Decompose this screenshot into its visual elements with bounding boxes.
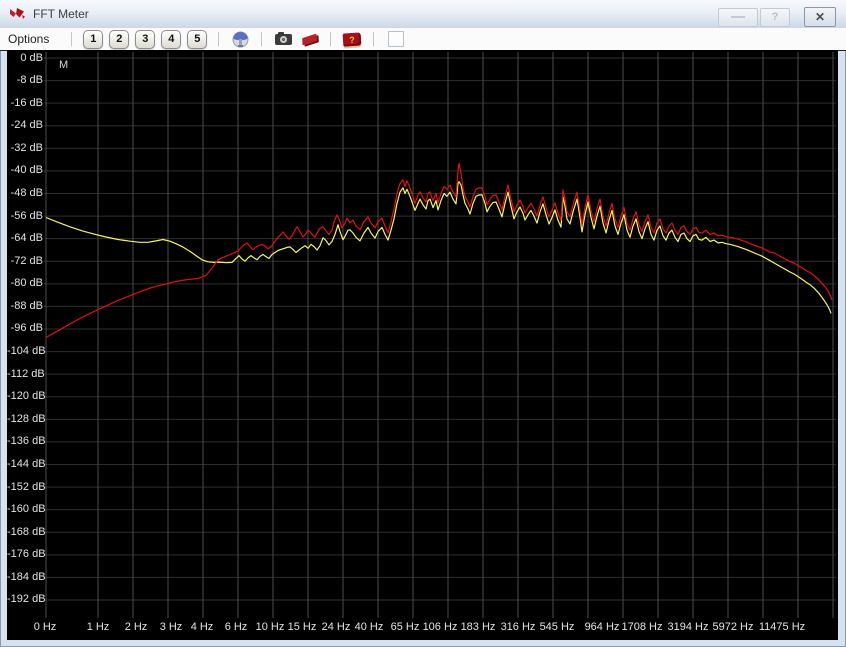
help-book-icon: ? <box>342 31 362 47</box>
y-axis-label: -168 dB <box>7 526 46 538</box>
options-menu[interactable]: Options <box>8 32 49 46</box>
y-axis-label: -192 dB <box>7 593 46 605</box>
preset-button-5[interactable]: 5 <box>187 29 208 49</box>
toolbar-separator <box>261 32 263 46</box>
spectrum-chart: 0 dB -8 dB -16 dB -24 dB -32 dB -40 dB -48 dB -… <box>7 50 838 640</box>
title-bar: FFT Meter ? ✕ <box>0 0 846 29</box>
y-axis-label: -96 dB <box>10 322 43 334</box>
y-axis-label: -128 dB <box>7 413 46 425</box>
minimize-icon <box>731 16 745 18</box>
toolbar-separator <box>218 32 220 46</box>
microphone-icon <box>232 31 249 47</box>
y-axis-label: -160 dB <box>7 503 46 515</box>
toolbar-separator <box>373 32 375 46</box>
red-trace <box>45 162 833 339</box>
spectrum-plot <box>44 52 836 618</box>
eraser-icon <box>301 33 317 45</box>
preset-button-3[interactable]: 3 <box>135 29 156 49</box>
y-axis-label: -80 dB <box>10 277 43 289</box>
y-axis-label: -136 dB <box>7 435 46 447</box>
toolbar-blank-box[interactable] <box>388 31 405 47</box>
preset-button-4[interactable]: 4 <box>161 29 182 49</box>
y-axis-label: -8 dB <box>16 74 43 86</box>
input-source-button[interactable] <box>228 29 252 49</box>
clear-button[interactable] <box>297 29 321 49</box>
y-axis-label: -184 dB <box>7 571 46 583</box>
y-axis-label: -56 dB <box>10 210 43 222</box>
y-axis-label: -72 dB <box>10 255 43 267</box>
preset-button-1[interactable]: 1 <box>83 29 104 49</box>
y-axis-label: -176 dB <box>7 548 46 560</box>
y-axis-label: -104 dB <box>7 345 46 357</box>
toolbar: Options 1 2 3 4 5 ? <box>0 28 846 51</box>
y-axis-label: -144 dB <box>7 458 46 470</box>
window-controls: ? ✕ <box>718 7 836 27</box>
toolbar-separator <box>71 32 73 46</box>
fft-meter-window: FFT Meter ? ✕ Options 1 2 3 4 5 ? 0 dB -… <box>0 0 846 647</box>
preset-button-2[interactable]: 2 <box>109 29 130 49</box>
x-axis-label: 11475 Hz <box>758 621 806 633</box>
y-axis-label: 0 dB <box>20 52 43 64</box>
y-axis-label: -16 dB <box>10 97 43 109</box>
y-axis-label: -88 dB <box>10 300 43 312</box>
camera-icon <box>274 31 292 45</box>
y-axis-label: -24 dB <box>10 119 43 131</box>
manual-button[interactable]: ? <box>340 29 364 49</box>
y-axis-label: -112 dB <box>7 368 45 380</box>
y-axis-label: -40 dB <box>10 164 43 176</box>
marker-label: M <box>59 59 69 71</box>
toolbar-separator <box>330 32 332 46</box>
y-axis-label: -64 dB <box>10 232 43 244</box>
y-axis-label: -32 dB <box>10 142 43 154</box>
screenshot-button[interactable] <box>271 29 295 49</box>
y-axis-label: -152 dB <box>7 481 46 493</box>
window-title: FFT Meter <box>33 7 89 21</box>
titlebar-help-button[interactable]: ? <box>760 7 790 27</box>
minimize-button[interactable] <box>718 7 758 27</box>
app-logo-icon <box>10 8 25 19</box>
close-button[interactable]: ✕ <box>804 7 836 27</box>
y-axis-label: -48 dB <box>10 187 43 199</box>
y-axis-label: -120 dB <box>7 390 46 402</box>
